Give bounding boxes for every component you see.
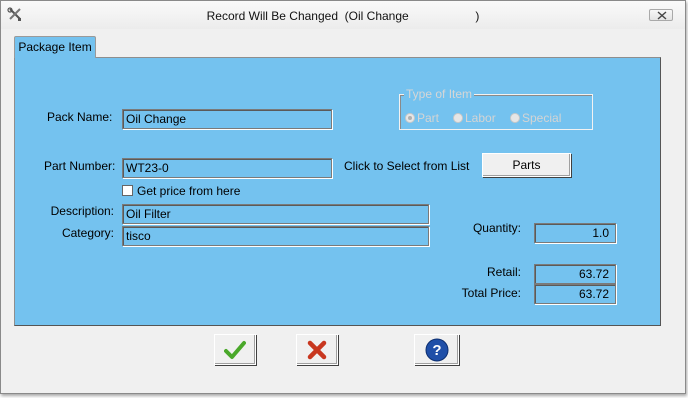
cancel-button[interactable] [296,334,338,365]
window-title: Record Will Be Changed (Oil Change ) [206,9,480,23]
description-field[interactable]: Oil Filter [122,204,429,224]
type-of-item-title: Type of Item [404,87,475,101]
radio-icon [453,113,463,123]
retail-label: Retail: [486,265,521,279]
get-price-checkbox[interactable]: Get price from here [122,184,240,198]
category-field[interactable]: tisco [122,226,429,246]
ok-button[interactable] [214,334,256,365]
total-price-label: Total Price: [461,286,521,300]
type-of-item-group: Type of Item Part Labor Special [399,87,593,130]
tab-package-item[interactable]: Package Item [14,36,96,58]
dialog-window: Record Will Be Changed (Oil Change ) Pac… [0,0,686,394]
svg-text:?: ? [432,342,441,359]
checkbox-icon [122,185,133,196]
parts-button[interactable]: Parts [482,153,571,177]
checkmark-icon [224,341,246,359]
help-button[interactable]: ? [414,334,459,365]
close-button[interactable] [649,9,673,21]
radio-special[interactable]: Special [510,111,561,125]
retail-field: 63.72 [534,264,616,284]
pack-name-field[interactable]: Oil Change [122,109,332,129]
radio-icon [510,113,520,123]
part-number-label: Part Number: [44,159,116,173]
total-price-field: 63.72 [534,284,616,304]
quantity-label: Quantity: [472,221,521,235]
close-icon [657,11,667,20]
pack-name-label: Pack Name: [47,110,113,124]
select-from-list-hint: Click to Select from List [344,159,470,173]
quantity-field[interactable]: 1.0 [534,223,616,243]
package-item-panel: Pack Name: Oil Change Type of Item Part … [14,57,661,326]
radio-selected-icon [405,113,415,123]
radio-labor[interactable]: Labor [453,111,496,125]
part-number-field[interactable]: WT23-0 [122,158,332,178]
radio-part[interactable]: Part [405,111,439,125]
description-label: Description: [50,204,114,218]
help-icon: ? [425,338,449,362]
category-label: Category: [61,226,114,240]
x-icon [307,340,327,360]
title-bar: Record Will Be Changed (Oil Change ) [1,1,685,29]
